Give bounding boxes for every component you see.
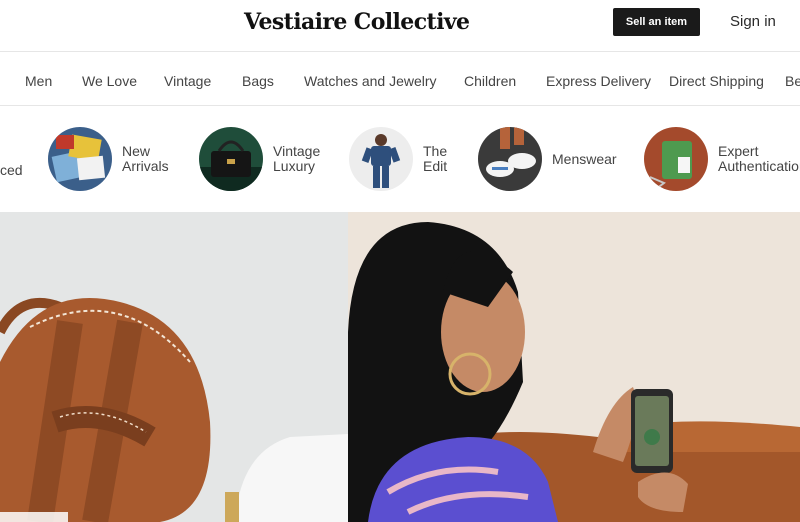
site-header: Vestiaire Collective Sell an item Sign i… — [0, 0, 800, 52]
nav-item-partial[interactable]: Be — [785, 73, 800, 89]
woman-with-phone-image — [348, 212, 800, 522]
category-vintage-luxury[interactable]: Vintage Luxury — [199, 126, 320, 192]
category-expert-authentication[interactable]: Expert Authentication — [644, 126, 800, 192]
category-label-expert-authentication: Expert Authentication — [718, 143, 800, 174]
category-carousel: ced New Arrivals Vintage Luxury The Edit… — [0, 107, 800, 212]
the-edit-thumbnail — [349, 127, 413, 191]
nav-item-bags[interactable]: Bags — [242, 73, 274, 89]
hero-banner-phone[interactable] — [348, 212, 800, 522]
category-label-menswear: Menswear — [552, 150, 617, 167]
nav-item-express-delivery[interactable]: Express Delivery — [546, 73, 651, 89]
vintage-luxury-thumbnail — [199, 127, 263, 191]
nav-item-men[interactable]: Men — [25, 73, 52, 89]
nav-item-we-love[interactable]: We Love — [82, 73, 137, 89]
main-nav: Men We Love Vintage Bags Watches and Jew… — [0, 53, 800, 106]
category-label-the-edit: The Edit — [423, 143, 448, 174]
menswear-thumbnail — [478, 127, 542, 191]
nav-item-children[interactable]: Children — [464, 73, 516, 89]
expert-authentication-thumbnail — [644, 127, 708, 191]
leather-bag-image — [0, 212, 348, 522]
nav-item-watches-jewelry[interactable]: Watches and Jewelry — [304, 73, 437, 89]
category-label-new-arrivals: New Arrivals — [122, 143, 169, 174]
site-logo[interactable]: Vestiaire Collective — [244, 9, 470, 35]
hero-banner-bag[interactable] — [0, 212, 348, 522]
category-label-partial[interactable]: ced — [0, 162, 23, 178]
category-label-vintage-luxury: Vintage Luxury — [273, 143, 321, 174]
sign-in-link[interactable]: Sign in — [730, 13, 776, 30]
new-arrivals-thumbnail — [48, 127, 112, 191]
category-the-edit[interactable]: The Edit — [349, 126, 447, 192]
category-menswear[interactable]: Menswear — [478, 126, 617, 192]
sell-item-button[interactable]: Sell an item — [613, 8, 700, 36]
nav-item-vintage[interactable]: Vintage — [164, 73, 211, 89]
category-new-arrivals[interactable]: New Arrivals — [48, 126, 169, 192]
nav-item-direct-shipping[interactable]: Direct Shipping — [669, 73, 764, 89]
